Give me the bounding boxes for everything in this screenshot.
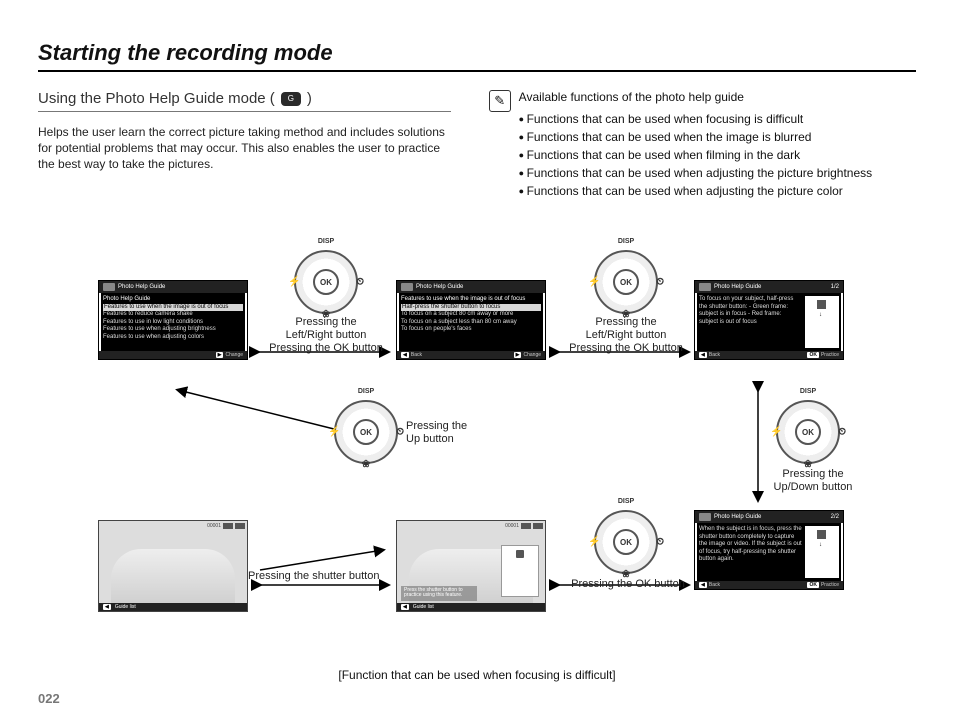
lcd-screen-3: Photo Help Guide1/2 To focus on your sub… bbox=[694, 280, 844, 360]
intro-text: Helps the user learn the correct picture… bbox=[38, 124, 451, 173]
list-item: Functions that can be used when filming … bbox=[519, 146, 873, 164]
caption-up: Pressing theUp button bbox=[406, 420, 516, 446]
ok-button-icon: OK bbox=[313, 269, 339, 295]
diagram-caption: [Function that can be used when focusing… bbox=[38, 668, 916, 682]
timer-icon: ⏲ bbox=[356, 277, 364, 288]
guide-icon bbox=[103, 283, 115, 291]
section-rule bbox=[38, 111, 451, 112]
ok-button-icon: OK bbox=[353, 419, 379, 445]
caption-lr-ok-2: Pressing theLeft/Right buttonPressing th… bbox=[556, 316, 696, 356]
lcd-photo-1: 00001 ◀Guide list bbox=[98, 520, 248, 612]
disp-label: DISP bbox=[318, 238, 334, 245]
ok-button-icon: OK bbox=[795, 419, 821, 445]
manual-page: Starting the recording mode Using the Ph… bbox=[0, 0, 954, 720]
list-item: Functions that can be used when focusing… bbox=[519, 110, 873, 128]
title-rule bbox=[38, 70, 916, 72]
section-heading: Using the Photo Help Guide mode ( G ) bbox=[38, 90, 451, 107]
control-dial: OK DISP⚡⏲❀ bbox=[334, 400, 398, 464]
list-item: Functions that can be used when adjustin… bbox=[519, 182, 873, 200]
guide-icon bbox=[699, 513, 711, 521]
guide-icon bbox=[401, 283, 413, 291]
caption-updown: Pressing theUp/Down button bbox=[758, 468, 868, 494]
mode-icon: G bbox=[281, 92, 301, 106]
diagram-area: Photo Help Guide Photo Help Guide Featur… bbox=[38, 240, 916, 692]
lcd-screen-4: Photo Help Guide2/2 When the subject is … bbox=[694, 510, 844, 590]
practice-tip: Press the shutter button to practice usi… bbox=[401, 586, 477, 602]
lcd-screen-1: Photo Help Guide Photo Help Guide Featur… bbox=[98, 280, 248, 360]
list-item: Functions that can be used when the imag… bbox=[519, 128, 873, 146]
guide-icon bbox=[699, 283, 711, 291]
control-dial: OK DISP⚡⏲❀ bbox=[776, 400, 840, 464]
caption-ok: Pressing the OK button bbox=[568, 578, 688, 591]
ok-button-icon: OK bbox=[613, 529, 639, 555]
page-title: Starting the recording mode bbox=[38, 40, 916, 66]
lcd-photo-2: 00001 Press the shutter button to practi… bbox=[396, 520, 546, 612]
ok-button-icon: OK bbox=[613, 269, 639, 295]
practice-illustration-icon bbox=[501, 545, 539, 597]
note-title: Available functions of the photo help gu… bbox=[519, 90, 873, 104]
control-dial: OK DISP⚡⏲❀ bbox=[594, 250, 658, 314]
control-dial: OK DISP ⚡ ⏲ ❀ bbox=[294, 250, 358, 314]
control-dial: OK DISP⚡⏲❀ bbox=[594, 510, 658, 574]
lcd-screen-2: Photo Help Guide Features to use when th… bbox=[396, 280, 546, 360]
page-number: 022 bbox=[38, 691, 60, 706]
list-item: Functions that can be used when adjustin… bbox=[519, 164, 873, 182]
caption-shutter: Pressing the shutter button bbox=[248, 570, 398, 583]
note-bullet-list: Functions that can be used when focusing… bbox=[519, 110, 873, 200]
flash-icon: ⚡ bbox=[288, 277, 300, 288]
note-block: ✎ Available functions of the photo help … bbox=[489, 90, 916, 200]
caption-lr-ok-1: Pressing theLeft/Right buttonPressing th… bbox=[256, 316, 396, 356]
note-icon: ✎ bbox=[489, 90, 511, 112]
